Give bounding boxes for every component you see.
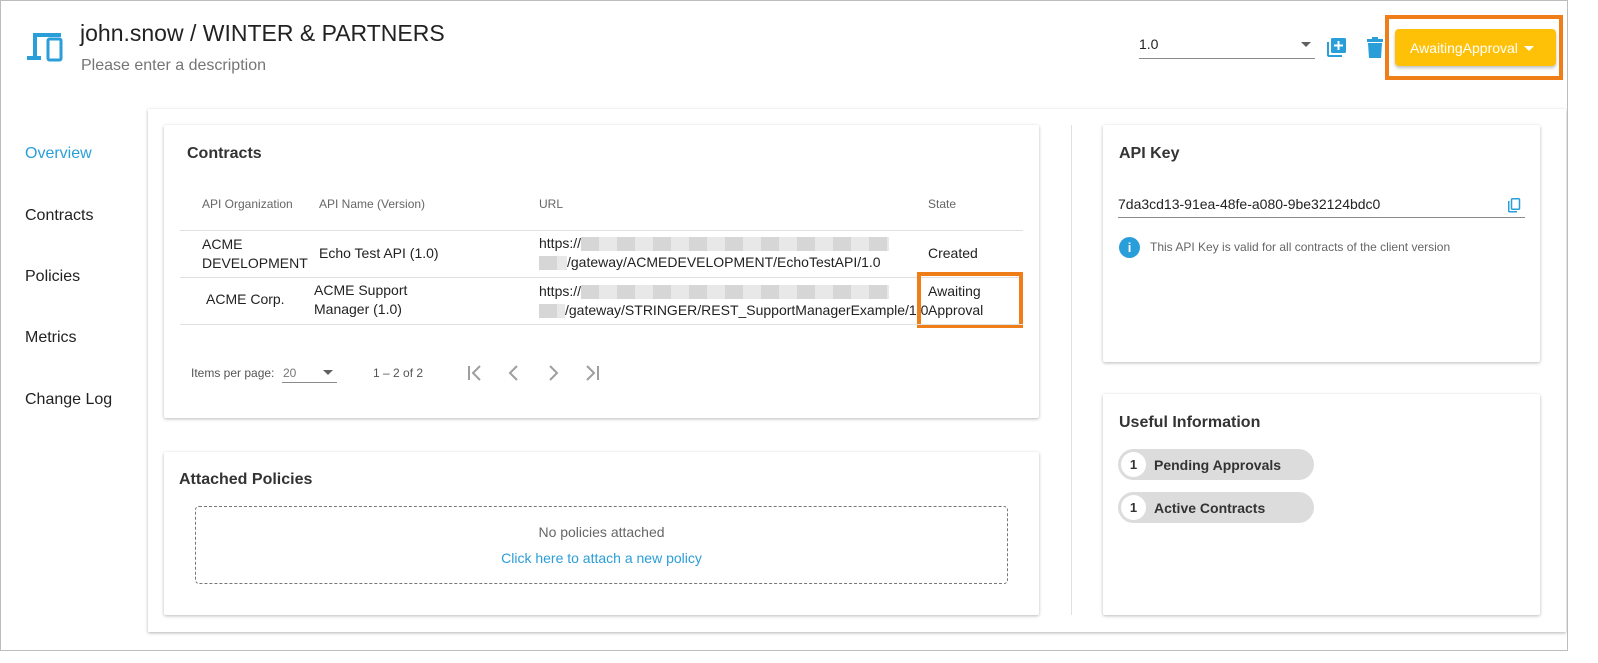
- table-divider: [180, 230, 1023, 231]
- table-divider: [180, 324, 1023, 325]
- url-prefix: https://: [539, 283, 582, 299]
- app-window: john.snow / WINTER & PARTNERS Please ent…: [0, 0, 1568, 651]
- items-per-page-select[interactable]: 20: [282, 361, 337, 383]
- version-value: 1.0: [1139, 36, 1159, 52]
- cell-text: ACME Support: [314, 282, 408, 298]
- policy-dropzone[interactable]: No policies attached Click here to attac…: [195, 506, 1008, 584]
- chip-label: Active Contracts: [1154, 500, 1266, 516]
- items-per-page-value: 20: [283, 366, 297, 380]
- nav-item-metrics[interactable]: Metrics: [25, 329, 77, 347]
- url-prefix: https://: [539, 235, 582, 251]
- copy-icon: [1508, 197, 1521, 212]
- nav-item-change-log[interactable]: Change Log: [25, 391, 112, 409]
- delete-icon: [1367, 37, 1383, 58]
- nav-item-overview[interactable]: Overview: [25, 145, 92, 163]
- table-cell-organization: ACME DEVELOPMENT: [202, 235, 308, 273]
- state-highlight: [917, 272, 1023, 328]
- table-cell-url: https:// /gateway/STRINGER/REST_SupportM…: [539, 282, 928, 320]
- policies-title: Attached Policies: [179, 471, 313, 488]
- api-key-info-text: This API Key is valid for all contracts …: [1150, 240, 1451, 254]
- pagination-range: 1 – 2 of 2: [373, 366, 424, 380]
- url-path: /gateway/ACMEDEVELOPMENT/EchoTestAPI/1.0: [567, 254, 881, 270]
- pending-approvals-chip[interactable]: 1 Pending Approvals: [1118, 449, 1314, 480]
- table-cell-api-name: Echo Test API (1.0): [319, 245, 439, 261]
- status-button-label: AwaitingApproval: [1410, 40, 1518, 56]
- chip-count: 1: [1121, 495, 1146, 520]
- version-select[interactable]: 1.0: [1139, 33, 1315, 59]
- active-contracts-chip[interactable]: 1 Active Contracts: [1118, 492, 1314, 523]
- cell-text: DEVELOPMENT: [202, 255, 308, 271]
- attach-policy-link[interactable]: Click here to attach a new policy: [196, 550, 1007, 566]
- chip-label: Pending Approvals: [1154, 457, 1282, 473]
- contracts-title: Contracts: [187, 145, 262, 162]
- cell-text: ACME: [202, 236, 243, 252]
- api-key-value: 7da3cd13-91ea-48fe-a080-9be32124bdc0: [1118, 196, 1381, 212]
- table-cell-api-name: ACME Support Manager (1.0): [314, 281, 407, 319]
- info-icon: i: [1119, 237, 1140, 258]
- delete-button[interactable]: [1363, 35, 1387, 61]
- nav-item-policies[interactable]: Policies: [25, 268, 80, 286]
- chevron-down-icon: [323, 370, 333, 375]
- column-header-state[interactable]: State: [928, 197, 956, 211]
- column-header-url[interactable]: URL: [539, 197, 563, 211]
- table-cell-state: Created: [928, 245, 978, 261]
- nav-item-contracts[interactable]: Contracts: [25, 207, 93, 225]
- page-title: john.snow / WINTER & PARTNERS: [80, 20, 445, 46]
- first-page-button[interactable]: [464, 362, 486, 384]
- chip-count: 1: [1121, 452, 1146, 477]
- redacted-host: [581, 237, 890, 252]
- chevron-right-icon: [549, 365, 559, 381]
- previous-page-button[interactable]: [503, 362, 525, 384]
- table-divider: [180, 277, 1023, 278]
- next-page-button[interactable]: [542, 362, 564, 384]
- first-page-icon: [468, 365, 481, 381]
- column-header-organization[interactable]: API Organization: [202, 197, 293, 211]
- redacted-host: [581, 285, 890, 300]
- last-page-button[interactable]: [581, 362, 603, 384]
- redacted-host: [539, 256, 567, 271]
- api-key-field[interactable]: 7da3cd13-91ea-48fe-a080-9be32124bdc0: [1118, 194, 1525, 218]
- new-version-button[interactable]: [1323, 35, 1349, 61]
- cell-text: Manager (1.0): [314, 301, 402, 317]
- column-header-api-name[interactable]: API Name (Version): [319, 197, 425, 211]
- column-divider: [1071, 125, 1072, 615]
- items-per-page-label: Items per page:: [191, 366, 275, 380]
- table-cell-organization: ACME Corp.: [206, 291, 285, 307]
- empty-policies-text: No policies attached: [538, 524, 665, 540]
- redacted-host: [539, 304, 565, 319]
- chevron-left-icon: [508, 365, 518, 381]
- chevron-down-icon: [1524, 46, 1534, 51]
- useful-info-title: Useful Information: [1119, 414, 1261, 431]
- devices-icon: [25, 29, 65, 63]
- copy-api-key-button[interactable]: [1506, 197, 1522, 213]
- api-key-title: API Key: [1119, 145, 1180, 162]
- chevron-down-icon: [1301, 42, 1311, 47]
- status-dropdown-button[interactable]: AwaitingApproval: [1395, 29, 1556, 66]
- library-add-icon: [1327, 38, 1346, 57]
- url-path: /gateway/STRINGER/REST_SupportManagerExa…: [565, 302, 929, 318]
- description-field[interactable]: Please enter a description: [81, 57, 266, 75]
- last-page-icon: [586, 365, 599, 381]
- table-cell-url: https:// /gateway/ACMEDEVELOPMENT/EchoTe…: [539, 234, 890, 272]
